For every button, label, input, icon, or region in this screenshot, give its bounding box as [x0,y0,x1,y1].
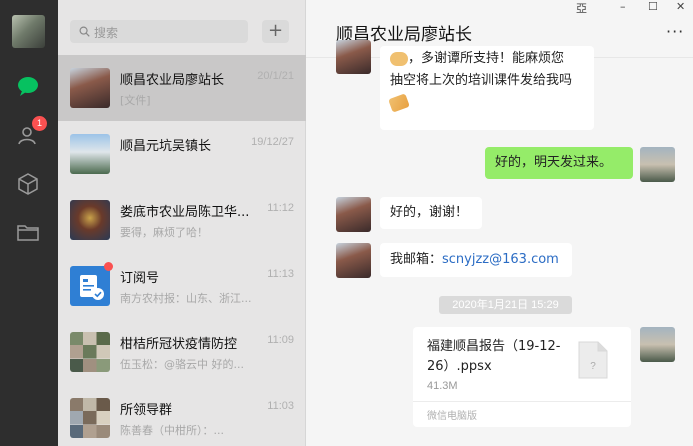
conversation-time: 11:13 [267,268,294,280]
conversation-name: 所领导群 [120,403,173,418]
conversation-preview: 要得，麻烦了哈！ [120,226,208,239]
message-text: 好的，明天发过来。 [495,155,613,170]
files-nav-button[interactable] [14,218,42,246]
more-options-button[interactable]: ··· [666,22,684,41]
contact-avatar [70,134,110,174]
divider [413,401,631,402]
conversation-time: 11:09 [267,334,294,346]
conversation-item[interactable]: 所领导群 11:03 陈善春（中柑所）：... [58,385,306,446]
file-size: 41.3M [427,380,458,392]
favorites-nav-button[interactable] [14,170,42,198]
cube-icon [18,173,38,195]
message-bubble[interactable]: ，多谢谭所支持！能麻烦您 抽空将上次的培训课件发给我吗 [380,46,594,130]
my-avatar[interactable] [640,327,675,362]
conversation-name: 顺昌元坑吴镇长 [120,139,212,154]
conversation-name: 娄底市农业局陈卫华... [120,205,250,220]
conversation-time: 19/12/27 [251,136,294,148]
search-box[interactable]: 搜索 [70,20,248,43]
conversation-time: 20/1/21 [257,70,294,82]
my-avatar[interactable] [640,147,675,182]
message-bubble[interactable]: 好的，谢谢！ [380,197,482,229]
message-text: 好的，谢谢！ [390,205,469,220]
file-message-card[interactable]: 福建顺昌报告（19-12-26）.ppsx 41.3M ? 微信电脑版 [413,327,631,427]
svg-text:?: ? [590,361,596,372]
contact-avatar[interactable] [336,197,371,232]
subscription-avatar [70,266,110,306]
chat-bubble-icon [18,77,38,96]
clap-emoji-icon [388,92,410,113]
contact-avatar [70,200,110,240]
nav-rail: 1 [0,0,58,446]
conversation-name: 订阅号 [120,271,160,286]
conversation-preview: 陈善春（中柑所）：... [120,424,224,437]
file-icon: ? [578,341,608,379]
chats-nav-button[interactable] [14,72,42,100]
conversation-preview: 伍玉松：@骆云中 好的... [120,358,244,371]
conversation-item[interactable]: 顺昌元坑吴镇长 19/12/27 [58,121,306,187]
conversation-time: 11:12 [267,202,294,214]
chat-pane: 亞 – ☐ ✕ 顺昌农业局廖站长 ··· ，多谢谭所支持！能麻烦您 抽空将上次的… [306,0,693,446]
contact-avatar[interactable] [336,243,371,278]
file-source: 微信电脑版 [427,411,477,422]
subscription-icon [80,275,104,300]
contact-avatar[interactable] [336,40,371,74]
message-text: ，多谢谭所支持！能麻烦您 [408,51,565,66]
my-message-bubble[interactable]: 好的，明天发过来。 [485,147,633,179]
add-button[interactable]: + [262,20,289,43]
message-timestamp: 2020年1月21日 15:29 [439,296,572,314]
search-placeholder: 搜索 [94,26,119,40]
contact-avatar [70,68,110,108]
conversation-time: 11:03 [267,400,294,412]
message-text: 抽空将上次的培训课件发给我吗 [390,73,573,88]
file-name: 福建顺昌报告（19-12-26）.ppsx [427,339,561,374]
email-link[interactable]: scnyjzz@163.com [442,252,559,267]
group-avatar [70,398,110,438]
unread-dot [104,262,113,271]
contacts-nav-button[interactable]: 1 [14,116,47,150]
search-icon [79,26,90,37]
contacts-badge: 1 [32,116,47,131]
conversation-item[interactable]: 订阅号 11:13 南方农村报：山东、浙江... [58,253,306,319]
conversation-name: 顺昌农业局廖站长 [120,73,225,88]
conversation-item[interactable]: 顺昌农业局廖站长 20/1/21 [文件] [58,55,306,121]
conversation-preview: [文件] [120,94,151,107]
hands-emoji-icon [390,51,408,66]
folder-icon [17,225,39,241]
conversation-list: 搜索 + 顺昌农业局廖站长 20/1/21 [文件] 顺昌元坑吴镇长 19/12… [58,0,306,446]
message-bubble[interactable]: 我邮箱：scnyjzz@163.com [380,243,572,277]
conversation-item[interactable]: 柑桔所冠状疫情防控 11:09 伍玉松：@骆云中 好的... [58,319,306,385]
conversation-item[interactable]: 娄底市农业局陈卫华... 11:12 要得，麻烦了哈！ [58,187,306,253]
conversation-name: 柑桔所冠状疫情防控 [120,337,238,352]
conversation-preview: 南方农村报：山东、浙江... [120,292,252,305]
message-text: 我邮箱： [390,252,443,267]
my-avatar[interactable] [12,15,45,48]
wechat-window: 1 搜索 + 顺昌农业局廖站长 20/1/21 [文件] 顺昌元坑吴镇长 19/… [0,0,693,446]
group-avatar [70,332,110,372]
